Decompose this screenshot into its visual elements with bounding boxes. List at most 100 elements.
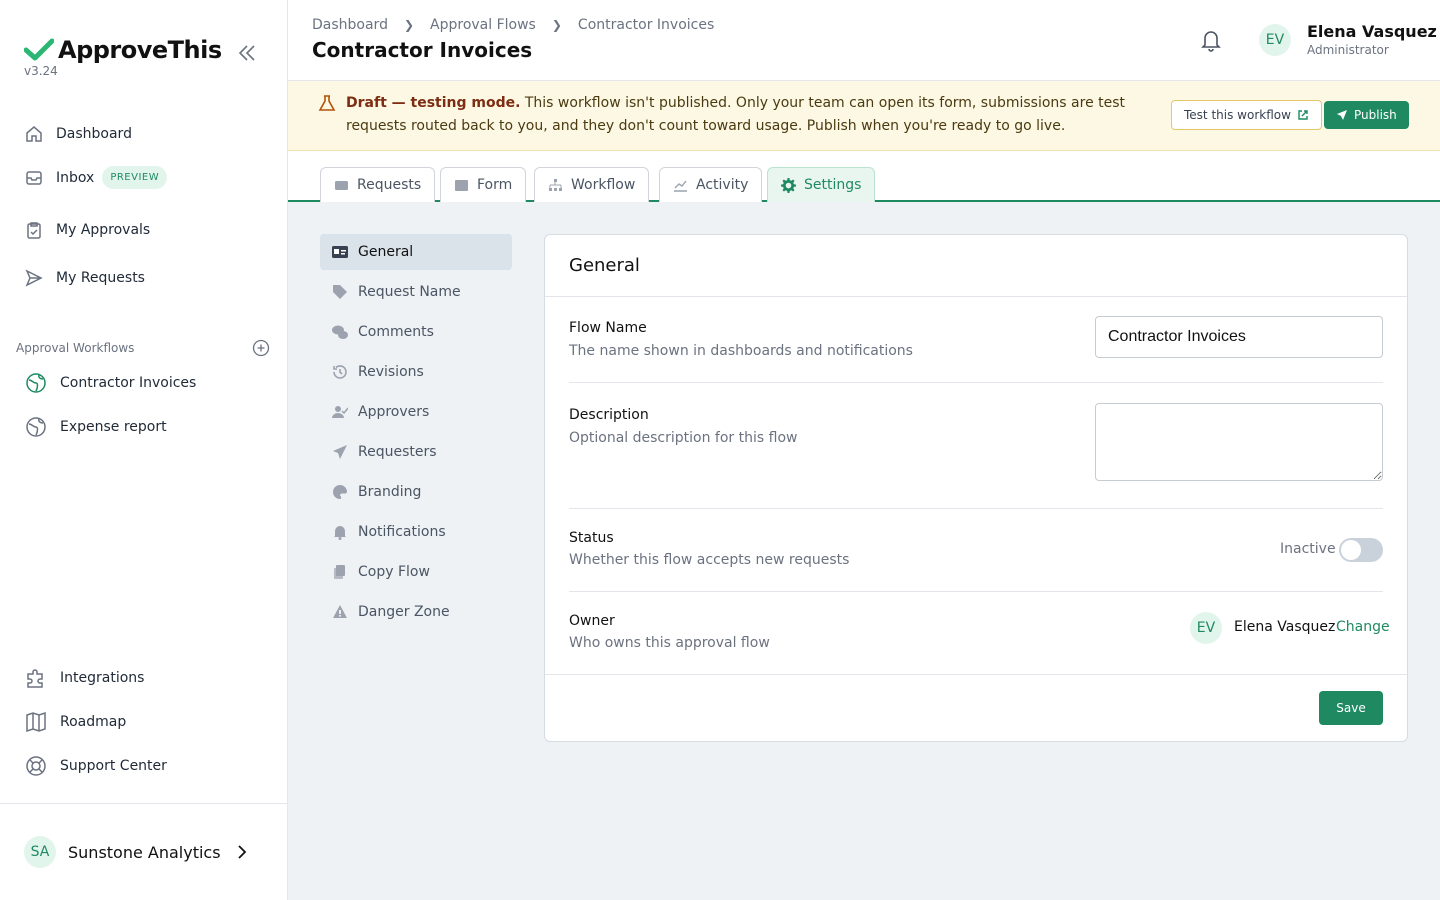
gear-icon xyxy=(781,177,796,193)
settings-nav-approvers[interactable]: Approvers xyxy=(320,394,512,430)
app-logo[interactable]: ApproveThis xyxy=(24,36,222,64)
org-name: Sunstone Analytics xyxy=(68,842,221,862)
tab-activity[interactable]: Activity xyxy=(659,167,763,202)
history-icon xyxy=(333,365,347,379)
user-role: Administrator xyxy=(1307,43,1389,57)
bell-icon xyxy=(334,526,346,540)
sidebar-divider xyxy=(0,803,287,804)
general-settings-card: General Flow Name The name shown in dash… xyxy=(544,234,1408,742)
flow-name-help: The name shown in dashboards and notific… xyxy=(569,343,913,359)
flow-tabs: Requests Form Workflow Activity Settings xyxy=(288,151,1440,202)
settings-nav-general[interactable]: General xyxy=(320,234,512,270)
description-label: Description xyxy=(569,407,649,423)
test-workflow-label: Test this workflow xyxy=(1184,108,1291,122)
status-help: Whether this flow accepts new requests xyxy=(569,552,850,568)
app-version: v3.24 xyxy=(24,64,58,78)
nav-integrations[interactable]: Integrations xyxy=(24,666,144,690)
draft-mode-banner: Draft — testing mode. This workflow isn'… xyxy=(288,81,1440,151)
settings-nav-notifications[interactable]: Notifications xyxy=(320,514,512,550)
user-avatar[interactable]: EV xyxy=(1259,24,1291,56)
bell-icon[interactable] xyxy=(1200,28,1222,52)
workflow-item-expense-report[interactable]: Expense report xyxy=(24,415,167,439)
owner-help: Who owns this approval flow xyxy=(569,635,770,651)
external-link-icon xyxy=(1298,110,1308,120)
save-button[interactable]: Save xyxy=(1319,691,1383,725)
breadcrumb-current: Contractor Invoices xyxy=(577,17,715,33)
chevron-right-icon xyxy=(237,845,246,859)
nav-my-approvals[interactable]: My Approvals xyxy=(24,220,150,240)
tab-form[interactable]: Form xyxy=(440,167,527,202)
workflow-item-contractor-invoices[interactable]: Contractor Invoices xyxy=(24,371,196,395)
description-textarea[interactable] xyxy=(1095,403,1383,481)
globe-icon xyxy=(26,373,46,393)
nav-my-approvals-label: My Approvals xyxy=(56,222,151,238)
nav-support-center[interactable]: Support Center xyxy=(24,754,167,778)
change-owner-link[interactable]: Change xyxy=(1336,619,1390,635)
card-title: General xyxy=(569,255,640,276)
nav-roadmap-label: Roadmap xyxy=(60,714,127,730)
breadcrumb: Dashboard ❯ Approval Flows ❯ Contractor … xyxy=(312,17,714,33)
add-workflow-icon[interactable] xyxy=(252,339,270,357)
home-icon xyxy=(26,126,42,142)
map-icon xyxy=(26,711,46,733)
inbox-tray-icon xyxy=(335,180,348,190)
top-header: Dashboard ❯ Approval Flows ❯ Contractor … xyxy=(288,0,1440,81)
nav-roadmap[interactable]: Roadmap xyxy=(24,710,126,734)
settings-nav-request-name[interactable]: Request Name xyxy=(320,274,512,310)
nav-my-requests-label: My Requests xyxy=(56,270,145,286)
settings-nav-comments[interactable]: Comments xyxy=(320,314,512,350)
nav-inbox[interactable]: Inbox PREVIEW xyxy=(24,166,168,189)
flow-name-input[interactable] xyxy=(1095,316,1383,358)
workflow-label: Expense report xyxy=(60,419,167,435)
warning-icon xyxy=(333,605,347,618)
user-name[interactable]: Elena Vasquez xyxy=(1307,22,1437,41)
flow-name-label: Flow Name xyxy=(569,320,647,336)
breadcrumb-dashboard[interactable]: Dashboard xyxy=(312,17,388,33)
settings-nav-requesters[interactable]: Requesters xyxy=(320,434,512,470)
page-title: Contractor Invoices xyxy=(312,38,533,62)
breadcrumb-approval-flows[interactable]: Approval Flows xyxy=(430,17,536,33)
flask-icon xyxy=(318,95,336,111)
nav-dashboard-label: Dashboard xyxy=(56,126,132,142)
divider xyxy=(569,591,1383,592)
tab-requests[interactable]: Requests xyxy=(320,167,436,202)
owner-name: Elena Vasquez xyxy=(1234,619,1336,635)
copy-icon xyxy=(334,565,345,579)
chevron-right-icon: ❯ xyxy=(551,18,562,32)
lifebuoy-icon xyxy=(26,756,46,776)
settings-nav-label: Danger Zone xyxy=(358,604,450,620)
settings-nav-branding[interactable]: Branding xyxy=(320,474,512,510)
banner-strong: Draft — testing mode. xyxy=(346,95,521,111)
settings-nav-revisions[interactable]: Revisions xyxy=(320,354,512,390)
nav-my-requests[interactable]: My Requests xyxy=(24,268,145,288)
settings-nav-label: Copy Flow xyxy=(358,564,430,580)
tab-settings[interactable]: Settings xyxy=(767,167,876,202)
divider xyxy=(569,382,1383,383)
workflow-label: Contractor Invoices xyxy=(60,375,197,391)
preview-badge: PREVIEW xyxy=(102,166,168,189)
divider xyxy=(545,296,1407,297)
tab-label: Form xyxy=(477,177,513,193)
test-workflow-button[interactable]: Test this workflow xyxy=(1171,100,1322,130)
organization-switcher[interactable]: SA Sunstone Analytics xyxy=(24,836,249,868)
banner-message: Draft — testing mode. This workflow isn'… xyxy=(346,92,1146,138)
settings-nav-danger-zone[interactable]: Danger Zone xyxy=(320,594,512,630)
settings-nav-copy-flow[interactable]: Copy Flow xyxy=(320,554,512,590)
publish-button[interactable]: Publish xyxy=(1324,101,1409,129)
owner-avatar: EV xyxy=(1190,612,1222,644)
collapse-sidebar-icon[interactable] xyxy=(236,42,258,64)
id-card-icon xyxy=(332,246,348,258)
status-toggle[interactable] xyxy=(1339,538,1383,562)
chevron-right-icon: ❯ xyxy=(403,18,415,32)
owner-label: Owner xyxy=(569,613,615,629)
tab-label: Workflow xyxy=(571,177,636,193)
description-help: Optional description for this flow xyxy=(569,430,798,446)
nav-integrations-label: Integrations xyxy=(60,670,145,686)
paper-plane-icon xyxy=(1337,110,1347,120)
nav-dashboard[interactable]: Dashboard xyxy=(24,124,132,144)
approval-workflows-heading: Approval Workflows xyxy=(16,341,135,355)
status-label: Status xyxy=(569,530,614,546)
tab-workflow[interactable]: Workflow xyxy=(534,167,650,202)
user-check-icon xyxy=(332,406,348,418)
settings-nav-label: Comments xyxy=(358,324,434,340)
